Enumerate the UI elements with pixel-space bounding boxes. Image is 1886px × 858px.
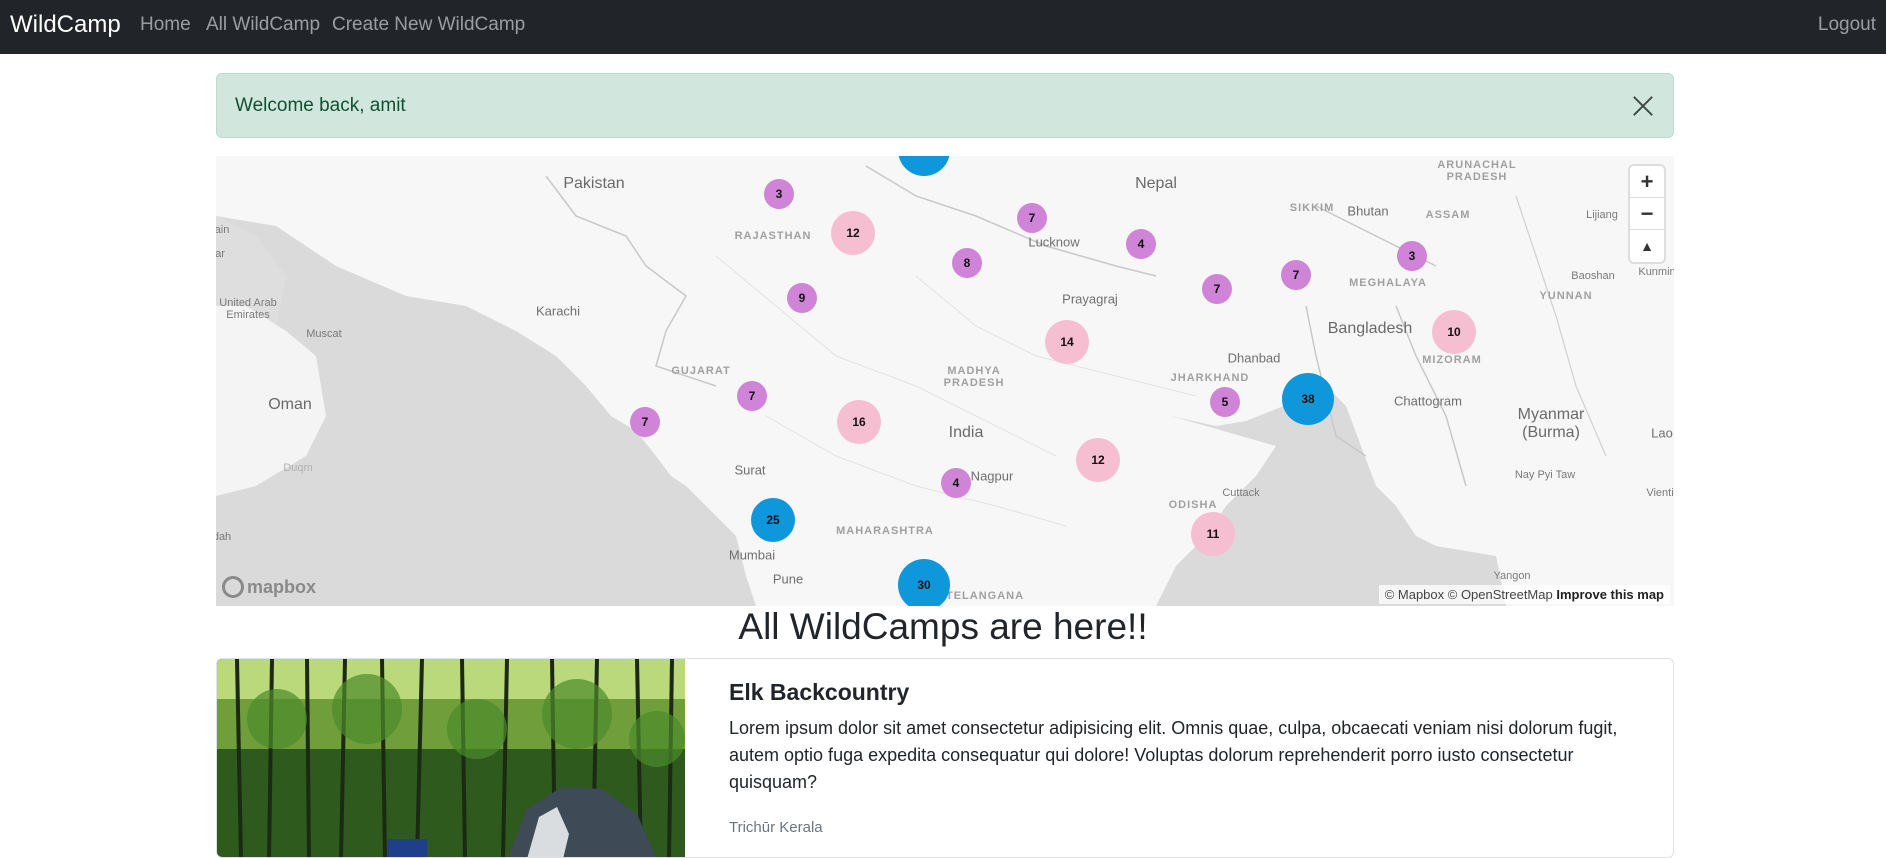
campground-card: Elk Backcountry Lorem ipsum dolor sit am… — [216, 658, 1674, 858]
zoom-in-button[interactable]: + — [1630, 166, 1664, 198]
map-label: Pakistan — [563, 175, 625, 192]
nav-link-logout[interactable]: Logout — [1818, 14, 1876, 36]
map-label: Oman — [268, 396, 312, 413]
map-label: Myanmar (Burma) — [1517, 406, 1585, 441]
map-label: MEGHALAYA — [1349, 277, 1427, 289]
cluster-marker[interactable]: 8 — [952, 248, 982, 278]
cluster-marker[interactable]: 38 — [1282, 373, 1334, 425]
cluster-marker[interactable]: 4 — [941, 468, 971, 498]
map-label: JHARKHAND — [1170, 372, 1250, 384]
mapbox-logo[interactable]: mapbox — [222, 576, 316, 598]
cluster-marker[interactable]: 5 — [1210, 387, 1240, 417]
cluster-marker[interactable]: 7 — [1202, 274, 1232, 304]
card-title: Elk Backcountry — [729, 679, 910, 705]
map-label: MAHARASHTRA — [836, 525, 934, 537]
cluster-marker[interactable]: 11 — [1191, 512, 1235, 556]
page-title: All WildCamps are here!! — [738, 606, 1148, 647]
map-label: Chattogram — [1394, 393, 1462, 409]
map-label: YUNNAN — [1539, 290, 1593, 302]
nav-link-home[interactable]: Home — [140, 14, 191, 36]
cluster-marker[interactable]: 7 — [1281, 260, 1311, 290]
map-label: Lijiang — [1586, 209, 1618, 221]
map-label: Bangladesh — [1327, 320, 1413, 337]
map-label: SIKKIM — [1289, 202, 1335, 214]
card-location: Trichūr Kerala — [729, 819, 823, 836]
map-label: ARUNACHAL PRADESH — [1437, 159, 1517, 183]
cluster-marker[interactable]: 14 — [1045, 320, 1089, 364]
map-label: Vienti — [1646, 487, 1674, 499]
map-label: ASSAM — [1425, 209, 1471, 221]
map-label: Muscat — [306, 328, 342, 340]
map-label: Duqm — [283, 462, 313, 474]
cluster-marker[interactable]: 4 — [1126, 229, 1156, 259]
zoom-out-button[interactable]: − — [1630, 198, 1664, 230]
map-label: Dhanbad — [1227, 350, 1281, 366]
map-label: Nepal — [1135, 175, 1177, 192]
map-attribution: © Mapbox © OpenStreetMap Improve this ma… — [1378, 585, 1670, 604]
improve-map-link[interactable]: Improve this map — [1556, 587, 1664, 602]
map-label: ar — [216, 248, 225, 260]
cluster-marker[interactable]: 7 — [737, 381, 767, 411]
map-label: RAJASTHAN — [734, 230, 812, 242]
map-label: Pune — [772, 571, 804, 587]
map-label: ain — [216, 224, 230, 236]
campground-image — [217, 659, 685, 857]
map-label: Bhutan — [1347, 203, 1389, 219]
cluster-marker[interactable]: 12 — [1076, 438, 1120, 482]
cluster-marker[interactable]: 3 — [1397, 241, 1427, 271]
mapbox-logo-text: mapbox — [247, 576, 317, 597]
navbar-brand[interactable]: WildCamp — [10, 11, 121, 39]
map-label: MIZORAM — [1422, 354, 1482, 366]
cluster-marker[interactable]: 7 — [1017, 203, 1047, 233]
cluster-marker[interactable]: 30 — [898, 559, 950, 606]
map-label: Mumbai — [728, 547, 776, 563]
map-label: Karachi — [535, 303, 581, 319]
map-label: Baoshan — [1571, 270, 1615, 282]
cluster-marker[interactable]: 12 — [831, 211, 875, 255]
map-label: United Arab Emirates — [219, 297, 277, 321]
nav-link-all-wildcamp[interactable]: All WildCamp — [206, 14, 320, 36]
map-label: Lao — [1651, 425, 1673, 441]
map-label: Nay Pyi Taw — [1514, 469, 1576, 481]
map-label: MADHYA PRADESH — [943, 365, 1005, 389]
cluster-marker[interactable]: 9 — [787, 283, 817, 313]
nav-link-create-wildcamp[interactable]: Create New WildCamp — [332, 14, 525, 36]
map-label: GUJARAT — [671, 365, 731, 377]
compass-icon[interactable]: ▲ — [1630, 230, 1664, 262]
map-label: TELANGANA — [945, 590, 1025, 602]
map-navigation-control: + − ▲ — [1630, 166, 1664, 262]
mapbox-logo-icon — [222, 576, 244, 598]
cluster-marker[interactable]: 7 — [630, 407, 660, 437]
cluster-marker[interactable]: 10 — [1432, 310, 1476, 354]
map-label: Prayagraj — [1062, 291, 1118, 307]
map-label: Kunmin — [1638, 266, 1674, 278]
card-description: Lorem ipsum dolor sit amet consectetur a… — [729, 718, 1618, 792]
map-label: Surat — [734, 462, 766, 478]
cluster-marker[interactable]: 16 — [837, 400, 881, 444]
map-label: Lucknow — [1028, 234, 1080, 250]
map-label: dah — [216, 531, 232, 543]
map-label: Yangon — [1493, 570, 1531, 582]
map-label: Nagpur — [970, 468, 1014, 484]
cluster-marker[interactable]: 25 — [751, 498, 795, 542]
close-icon[interactable] — [1629, 92, 1657, 120]
navbar: WildCamp Home All WildCamp Create New Wi… — [0, 0, 1886, 54]
map-label: India — [948, 424, 984, 441]
map-label: Cuttack — [1222, 487, 1260, 499]
attribution-text[interactable]: © Mapbox © OpenStreetMap — [1385, 587, 1553, 602]
alert-message: Welcome back, amit — [235, 95, 406, 116]
welcome-alert: Welcome back, amit — [216, 73, 1674, 138]
cluster-marker[interactable]: 3 — [764, 179, 794, 209]
cluster-map[interactable]: Pakistan Nepal Bhutan Bangladesh India O… — [216, 156, 1674, 606]
map-label: ODISHA — [1168, 499, 1218, 511]
